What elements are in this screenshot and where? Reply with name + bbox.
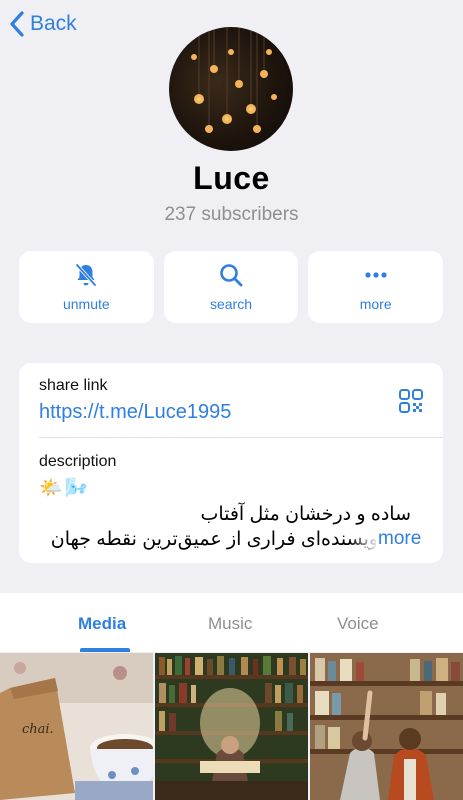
tab-music[interactable]: Music <box>208 614 252 634</box>
channel-avatar[interactable] <box>169 27 293 151</box>
unmute-button[interactable]: unmute <box>19 251 154 323</box>
description-emojis: 🌤️🌬️ <box>39 478 91 499</box>
share-link-label: share link <box>39 377 108 394</box>
back-button[interactable]: Back <box>8 10 77 38</box>
media-tabs: Media Music Voice <box>0 593 463 652</box>
media-thumb-coffee[interactable]: chai. <box>0 653 153 800</box>
avatar-image <box>191 27 277 133</box>
search-icon <box>220 264 243 287</box>
description-line-2: نویسنده‌ای فراری از عمیق‌ترین نقطه جهان <box>50 529 384 550</box>
channel-title: Luce <box>193 160 270 196</box>
svg-text:chai.: chai. <box>22 722 54 737</box>
library-photo <box>155 653 308 800</box>
tab-indicator <box>80 648 130 652</box>
coffee-cup-photo: chai. <box>0 653 153 800</box>
more-dots-icon <box>365 272 387 278</box>
more-label: more <box>359 296 392 312</box>
qr-code-icon[interactable] <box>398 388 424 414</box>
muted-bell-icon <box>76 263 97 287</box>
tab-media[interactable]: Media <box>78 614 126 634</box>
media-thumb-library[interactable] <box>155 653 308 800</box>
description-line-1: ساده و درخشان مثل آفتاب <box>200 504 411 525</box>
search-label: search <box>209 296 253 312</box>
back-label: Back <box>30 12 77 35</box>
info-divider <box>39 437 443 438</box>
description-more-link[interactable]: more <box>376 528 422 550</box>
action-bar: unmute search more <box>19 251 444 323</box>
unmute-label: unmute <box>62 296 110 312</box>
more-button[interactable]: more <box>308 251 444 323</box>
description-label: description <box>39 453 117 470</box>
bookshelf-photo <box>310 653 463 800</box>
description-fade <box>349 526 379 556</box>
info-card: share link https://t.me/Luce1995 descrip… <box>19 363 443 563</box>
subscriber-count: 237 subscribers <box>164 204 299 225</box>
tab-voice[interactable]: Voice <box>337 614 379 634</box>
media-thumb-bookshelf[interactable] <box>310 653 463 800</box>
search-button[interactable]: search <box>163 251 299 323</box>
share-link[interactable]: https://t.me/Luce1995 <box>39 401 231 424</box>
media-grid: chai. <box>0 653 463 800</box>
chevron-left-icon <box>10 11 24 37</box>
